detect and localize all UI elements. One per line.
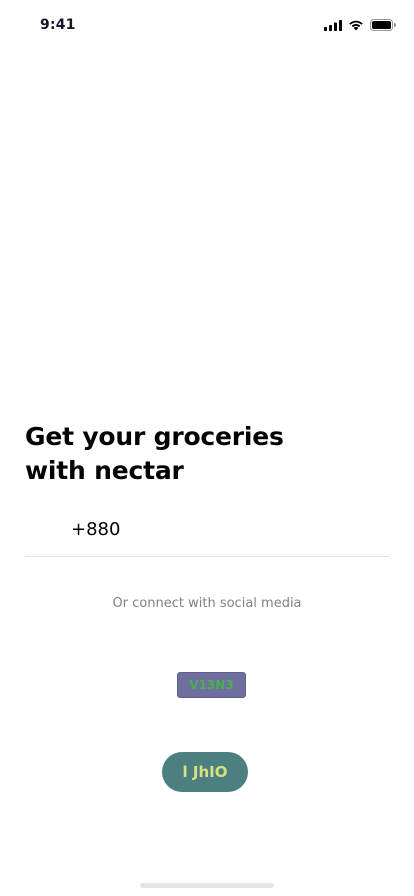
cellular-signal-icon	[324, 19, 342, 31]
status-bar: 9:41	[0, 0, 414, 50]
phone-number-field[interactable]: +880	[25, 512, 389, 557]
home-indicator	[140, 883, 274, 888]
hero-image-area	[0, 50, 414, 410]
google-login-button[interactable]: V13N3	[177, 672, 246, 698]
facebook-login-button[interactable]: l JhIO	[162, 752, 248, 792]
social-connect-caption: Or connect with social media	[112, 596, 302, 611]
country-code: +880	[71, 519, 121, 540]
wifi-icon	[349, 20, 363, 31]
country-flag-icon[interactable]	[25, 520, 59, 542]
status-time: 9:41	[40, 17, 76, 33]
page-title-text: Get your groceries with nectar	[25, 422, 284, 485]
status-icons	[324, 19, 396, 31]
battery-icon	[370, 19, 396, 31]
facebook-login-label: l JhIO	[182, 763, 228, 781]
google-login-label: V13N3	[189, 678, 234, 692]
page-title: Get your groceries with nectar	[25, 420, 284, 488]
